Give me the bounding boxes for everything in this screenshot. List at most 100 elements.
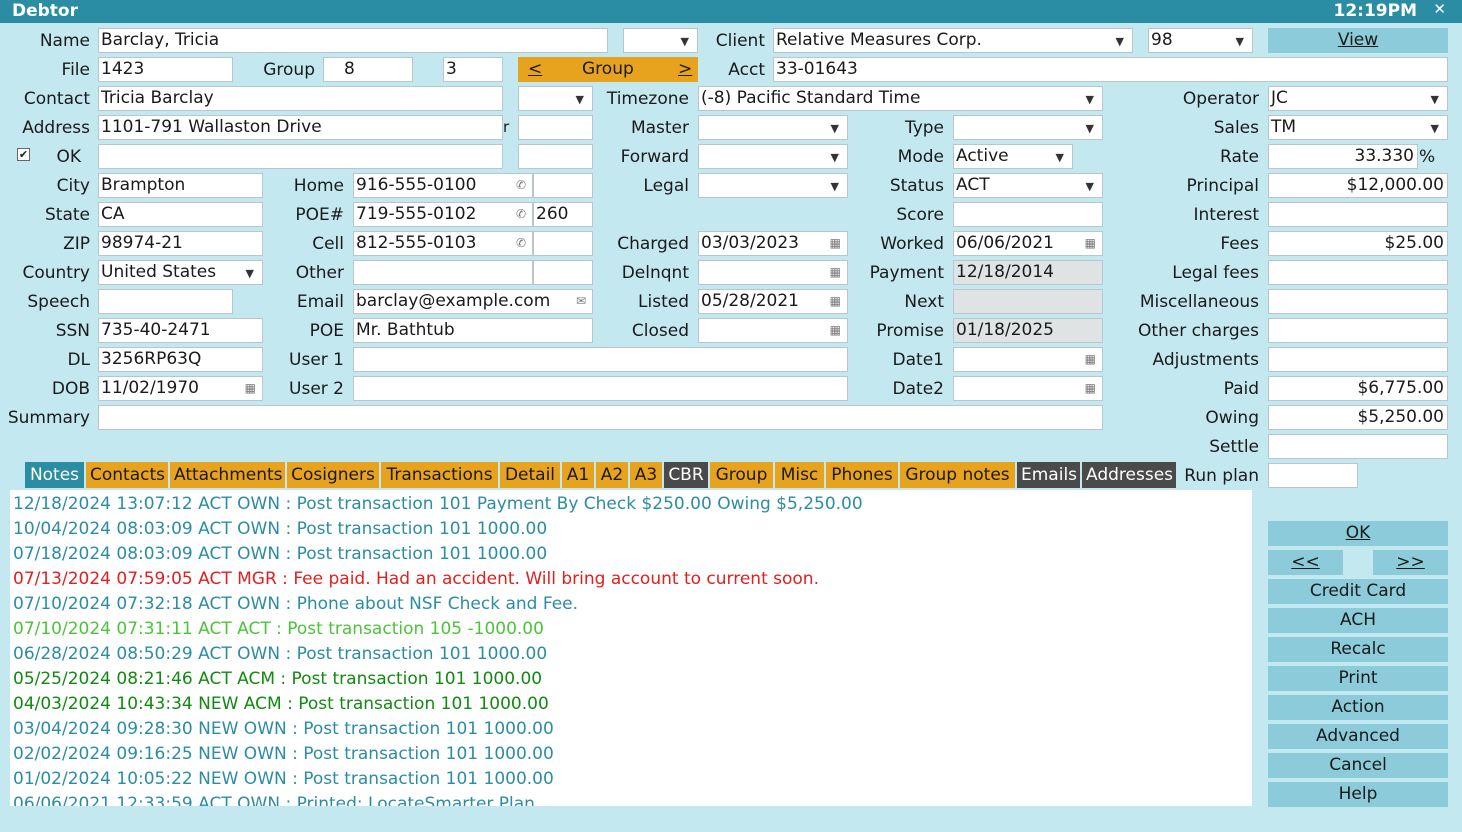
calendar-icon[interactable]: ▦ <box>1085 348 1096 371</box>
city-field[interactable]: Brampton <box>98 173 263 198</box>
group-next-button[interactable]: > <box>678 57 692 82</box>
legal-fees-field[interactable] <box>1268 260 1448 285</box>
other-phone-field[interactable] <box>353 260 533 285</box>
calendar-icon[interactable]: ▦ <box>830 232 841 255</box>
tab-a2[interactable]: A2 <box>596 462 628 488</box>
interest-field[interactable] <box>1268 202 1448 227</box>
tab-phones[interactable]: Phones <box>826 462 898 488</box>
next-button[interactable]: >> <box>1373 550 1448 575</box>
phone-icon[interactable]: ✆ <box>516 174 526 197</box>
note-item[interactable]: 07/10/2024 07:32:18 ACT OWN : Phone abou… <box>13 592 578 617</box>
tab-addresses[interactable]: Addresses <box>1082 462 1176 488</box>
name-suffix-dropdown[interactable]: ▼ <box>623 28 698 53</box>
note-item[interactable]: 01/02/2024 10:05:22 NEW OWN : Post trans… <box>13 767 554 792</box>
calendar-icon[interactable]: ▦ <box>830 319 841 342</box>
zip-field[interactable]: 98974-21 <box>98 231 263 256</box>
mail-icon[interactable]: ✉ <box>576 290 586 313</box>
listed-field[interactable]: 05/28/2021 ▦ <box>698 289 848 314</box>
phone-icon[interactable]: ✆ <box>516 203 526 226</box>
legal-dropdown[interactable]: ▼ <box>698 173 848 198</box>
note-item[interactable]: 07/13/2024 07:59:05 ACT MGR : Fee paid. … <box>13 567 819 592</box>
recalc-button[interactable]: Recalc <box>1268 637 1448 662</box>
note-item[interactable]: 07/10/2024 07:31:11 ACT ACT : Post trans… <box>13 617 544 642</box>
note-item[interactable]: 02/02/2024 09:16:25 NEW OWN : Post trans… <box>13 742 554 767</box>
print-button[interactable]: Print <box>1268 666 1448 691</box>
fees-field[interactable]: $25.00 <box>1268 231 1448 256</box>
run-plan-field[interactable] <box>1268 463 1358 488</box>
delnqnt-field[interactable]: ▦ <box>698 260 848 285</box>
ach-button[interactable]: ACH <box>1268 608 1448 633</box>
advanced-button[interactable]: Advanced <box>1268 724 1448 749</box>
close-icon[interactable]: ✕ <box>1433 0 1446 18</box>
phone-icon[interactable]: ✆ <box>516 232 526 255</box>
action-button[interactable]: Action <box>1268 695 1448 720</box>
charged-field[interactable]: 03/03/2023 ▦ <box>698 231 848 256</box>
calendar-icon[interactable]: ▦ <box>830 261 841 284</box>
help-button[interactable]: Help <box>1268 782 1448 807</box>
client-code-dropdown[interactable]: 98 ▼ <box>1148 28 1253 53</box>
sales-dropdown[interactable]: TM ▼ <box>1268 115 1448 140</box>
dl-field[interactable]: 3256RP63Q <box>98 347 263 372</box>
worked-field[interactable]: 06/06/2021 ▦ <box>953 231 1103 256</box>
tab-group-notes[interactable]: Group notes <box>900 462 1015 488</box>
home-ext-field[interactable] <box>533 173 593 198</box>
cell-phone-field[interactable]: 812-555-0103 ✆ <box>353 231 533 256</box>
state-field[interactable]: CA <box>98 202 263 227</box>
client-dropdown[interactable]: Relative Measures Corp. ▼ <box>773 28 1133 53</box>
tab-misc[interactable]: Misc <box>775 462 824 488</box>
tab-a1[interactable]: A1 <box>562 462 594 488</box>
timezone-dropdown[interactable]: (-8) Pacific Standard Time ▼ <box>698 86 1103 111</box>
address2-field[interactable] <box>98 144 503 169</box>
note-item[interactable]: 07/18/2024 08:03:09 ACT OWN : Post trans… <box>13 542 547 567</box>
calendar-icon[interactable]: ▦ <box>1085 232 1096 255</box>
date2-field[interactable]: ▦ <box>953 376 1103 401</box>
tab-detail[interactable]: Detail <box>500 462 560 488</box>
tab-notes[interactable]: Notes <box>25 462 84 488</box>
country-dropdown[interactable]: United States ▼ <box>98 260 263 285</box>
dob-field[interactable]: 11/02/1970 ▦ <box>98 376 263 401</box>
address-field[interactable]: 1101-791 Wallaston Drive <box>98 115 503 140</box>
notes-list[interactable]: 12/18/2024 13:07:12 ACT OWN : Post trans… <box>10 490 1252 806</box>
calendar-icon[interactable]: ▦ <box>245 377 256 400</box>
note-item[interactable]: 04/03/2024 10:43:34 NEW ACM : Post trans… <box>13 692 549 717</box>
operator-dropdown[interactable]: JC ▼ <box>1268 86 1448 111</box>
poe-ext-field[interactable]: 260 <box>533 202 593 227</box>
poe-field[interactable]: Mr. Bathtub <box>353 318 593 343</box>
group-sub-field[interactable]: 3 <box>443 57 503 82</box>
tab-contacts[interactable]: Contacts <box>86 462 168 488</box>
home-phone-field[interactable]: 916-555-0100 ✆ <box>353 173 533 198</box>
settle-field[interactable] <box>1268 434 1448 459</box>
note-item[interactable]: 10/04/2024 08:03:09 ACT OWN : Post trans… <box>13 517 547 542</box>
name-field[interactable]: Barclay, Tricia <box>98 28 608 53</box>
principal-field[interactable]: $12,000.00 <box>1268 173 1448 198</box>
type-dropdown[interactable]: ▼ <box>953 115 1103 140</box>
status-dropdown[interactable]: ACT ▼ <box>953 173 1103 198</box>
user1-field[interactable] <box>353 347 848 372</box>
speech-field[interactable] <box>98 289 233 314</box>
poe-phone-field[interactable]: 719-555-0102 ✆ <box>353 202 533 227</box>
address-extra-field[interactable] <box>518 115 593 140</box>
note-item[interactable]: 12/18/2024 13:07:12 ACT OWN : Post trans… <box>13 492 863 517</box>
mode-dropdown[interactable]: Active ▼ <box>953 144 1073 169</box>
email-field[interactable]: barclay@example.com ✉ <box>353 289 593 314</box>
ok-button[interactable]: OK <box>1268 521 1448 546</box>
contact-field[interactable]: Tricia Barclay <box>98 86 503 111</box>
forward-dropdown[interactable]: ▼ <box>698 144 848 169</box>
date1-field[interactable]: ▦ <box>953 347 1103 372</box>
tab-cosigners[interactable]: Cosigners <box>287 462 379 488</box>
adjustments-field[interactable] <box>1268 347 1448 372</box>
address2-extra-field[interactable] <box>518 144 593 169</box>
note-item[interactable]: 05/25/2024 08:21:46 ACT ACM : Post trans… <box>13 667 542 692</box>
ssn-field[interactable]: 735-40-2471 <box>98 318 263 343</box>
group-prev-button[interactable]: < <box>528 57 542 82</box>
acct-field[interactable]: 33-01643 <box>773 57 1448 82</box>
tab-group[interactable]: Group <box>710 462 773 488</box>
ok-checkbox[interactable]: ✔ <box>17 148 30 161</box>
closed-field[interactable]: ▦ <box>698 318 848 343</box>
other-ext-field[interactable] <box>533 260 593 285</box>
rate-field[interactable]: 33.330 <box>1268 144 1418 169</box>
master-dropdown[interactable]: ▼ <box>698 115 848 140</box>
tab-a3[interactable]: A3 <box>630 462 662 488</box>
note-item[interactable]: 06/06/2021 12:33:59 ACT OWN : Printed: L… <box>13 792 535 806</box>
tab-emails[interactable]: Emails <box>1017 462 1080 488</box>
